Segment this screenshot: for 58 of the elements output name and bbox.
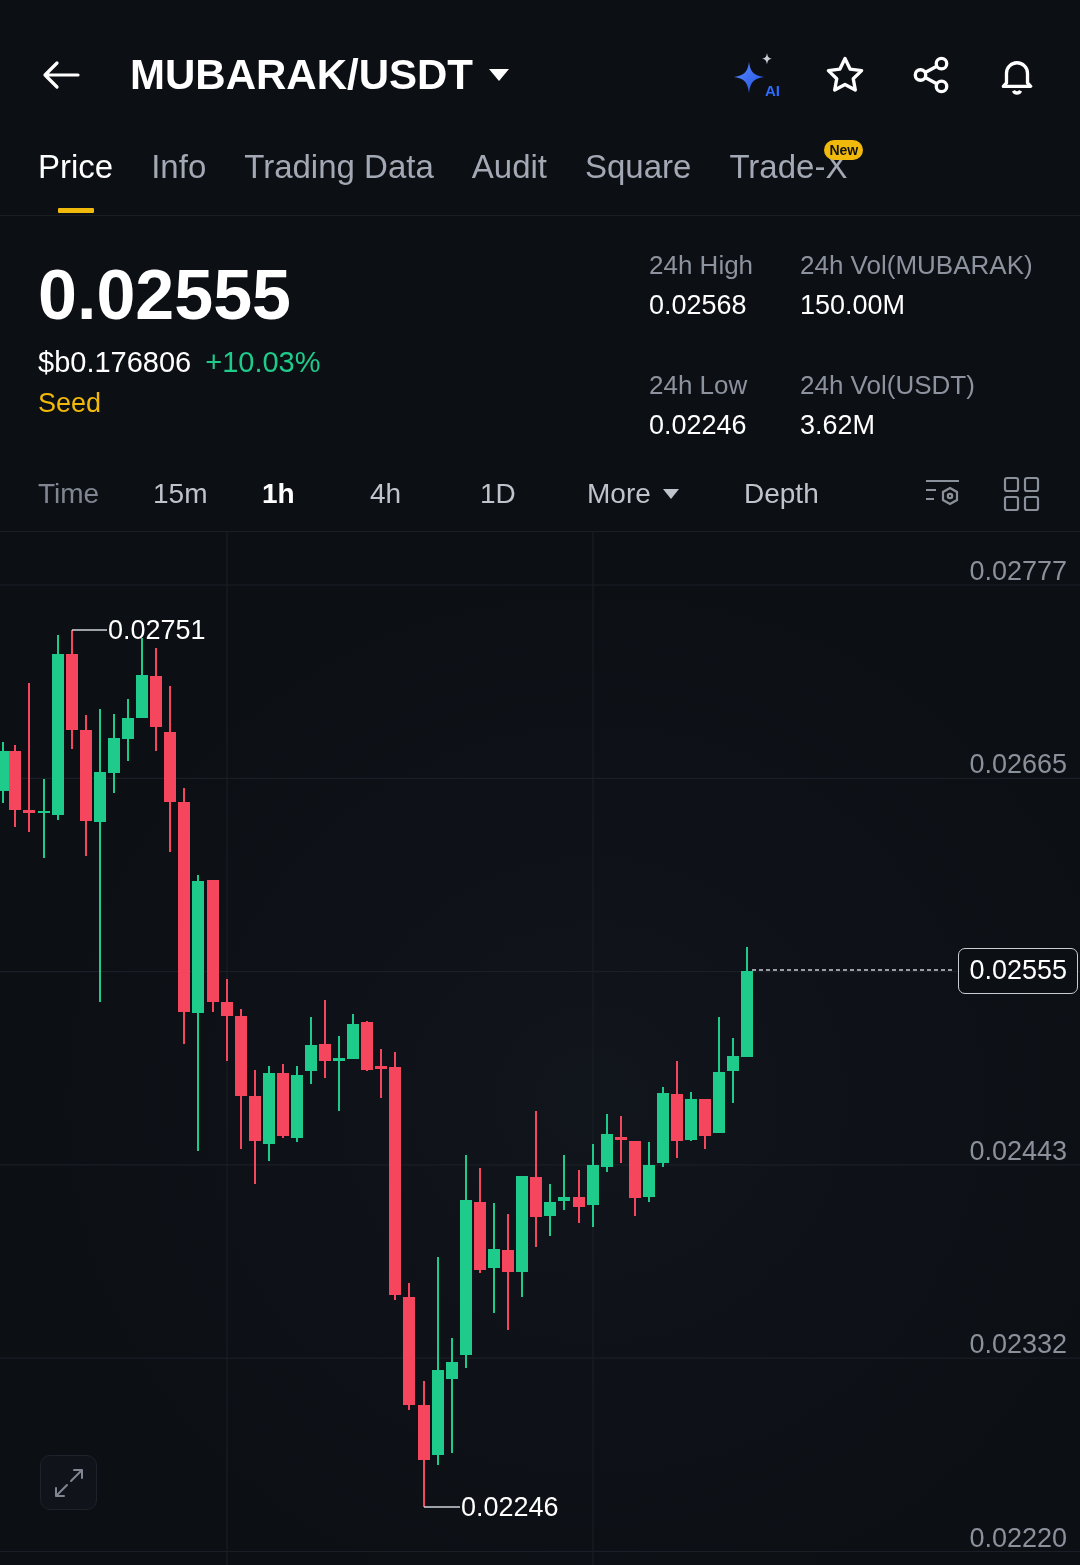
tab[interactable]: Trading Data	[244, 147, 434, 213]
high-price-label: 0.02751	[108, 615, 206, 645]
timeframe-tab[interactable]: 15m	[153, 474, 262, 514]
tab[interactable]: Square	[585, 147, 692, 213]
new-badge: New	[824, 140, 864, 160]
candle	[0, 742, 9, 803]
timeframe-tab[interactable]: 1h	[262, 474, 370, 514]
ai-assistant-button[interactable]: AI	[732, 51, 780, 98]
caret-down-icon	[662, 489, 679, 499]
last-price: 0.02555	[38, 259, 293, 331]
candle	[573, 1170, 585, 1223]
timeframe-tab[interactable]: Depth	[744, 474, 819, 514]
caret-down-icon	[489, 68, 509, 81]
category-label: Seed	[38, 387, 103, 420]
axis-label: 0.02777	[969, 556, 1067, 586]
candle	[643, 1142, 655, 1202]
candle	[361, 1021, 373, 1071]
candle	[727, 1038, 739, 1103]
stat-value: 0.02246	[649, 409, 748, 442]
stat-label: 24h Vol(USDT)	[800, 369, 976, 402]
axis-label: 0.02665	[969, 749, 1067, 780]
stat-label: 24h Low	[649, 369, 749, 402]
timeframe-tab[interactable]: Time	[38, 474, 153, 514]
stat-value: 0.02568	[649, 289, 748, 322]
grid-icon[interactable]	[1003, 476, 1040, 512]
candle	[601, 1114, 613, 1172]
candle	[122, 699, 134, 761]
axis-label: 0.02332	[969, 1329, 1067, 1360]
expand-button[interactable]	[40, 1455, 97, 1510]
stat-value: 150.00M	[800, 289, 907, 322]
fiat-price: $b0.176806	[38, 345, 192, 380]
candle	[699, 1099, 711, 1149]
candle	[685, 1092, 697, 1141]
axis-label: 0.02443	[969, 1135, 1067, 1166]
pair-selector[interactable]: MUBARAK/USDT	[130, 49, 509, 100]
tab[interactable]: Price	[38, 147, 114, 213]
candle	[544, 1184, 556, 1236]
candle	[558, 1155, 570, 1210]
timeframe-tab[interactable]: 1D	[480, 474, 587, 514]
timeframe-tab[interactable]: 4h	[370, 474, 480, 514]
low-price-label: 0.02246	[461, 1492, 559, 1522]
expand-icon	[52, 1466, 85, 1499]
candle	[305, 1017, 317, 1084]
current-price-tag: 0.02555	[958, 947, 1078, 994]
candle	[375, 1049, 387, 1098]
leader-line	[71, 629, 108, 631]
candle	[615, 1116, 627, 1163]
timeframe-tab[interactable]: More	[587, 474, 744, 514]
stat-value: 3.62M	[800, 409, 877, 442]
stat-label: 24h High	[649, 249, 755, 282]
tab[interactable]: Info	[151, 147, 207, 213]
axis-label: 0.02220	[969, 1522, 1067, 1553]
stat-label: 24h Vol(MUBARAK)	[800, 249, 1034, 282]
leader-line	[423, 1506, 461, 1508]
arrow-left-icon[interactable]	[42, 59, 80, 90]
tab[interactable]: Audit	[471, 147, 547, 213]
candle	[347, 1014, 359, 1059]
price-change: +10.03%	[205, 345, 321, 380]
